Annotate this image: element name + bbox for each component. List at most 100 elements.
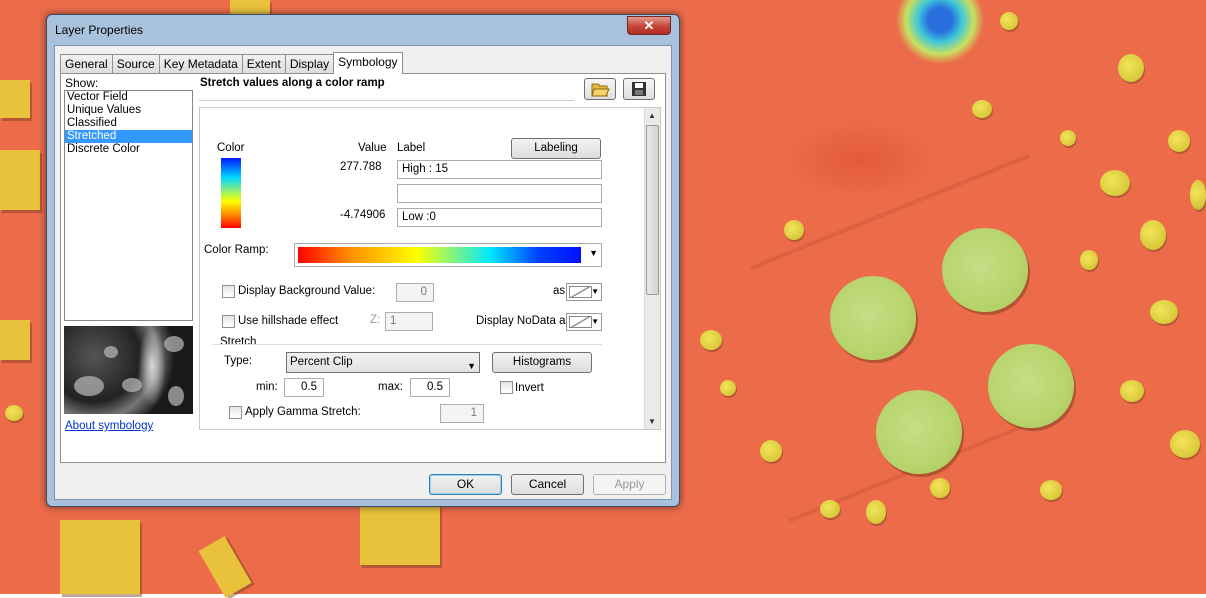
show-item-unique-values[interactable]: Unique Values: [65, 104, 192, 117]
map-tree: [1170, 430, 1200, 458]
map-building: [360, 505, 440, 565]
save-disk-icon: [632, 82, 646, 96]
label-column-header: Label: [397, 142, 426, 154]
about-symbology-link[interactable]: About symbology: [65, 420, 153, 432]
color-ramp-dropdown[interactable]: ▼: [294, 243, 602, 267]
gamma-stretch-checkbox[interactable]: [229, 406, 242, 419]
map-tank: [876, 390, 962, 474]
background-color-dropdown[interactable]: ▼: [566, 283, 602, 301]
z-label: Z:: [370, 314, 381, 326]
nodata-label: Display NoData as: [476, 315, 572, 327]
map-tree: [700, 330, 722, 350]
high-label-field[interactable]: High : 15: [397, 160, 602, 179]
map-building: [0, 80, 30, 118]
background-value-field[interactable]: 0: [396, 283, 434, 302]
show-item-vector-field[interactable]: Vector Field: [65, 91, 192, 104]
layer-properties-dialog: Layer Properties ✕ General Source Key Me…: [46, 14, 680, 507]
value-column-header: Value: [358, 142, 387, 154]
map-tree: [1168, 130, 1190, 152]
map-tree: [972, 100, 992, 118]
show-item-discrete-color[interactable]: Discrete Color: [65, 143, 192, 156]
min-label: min:: [256, 381, 278, 393]
no-color-swatch-icon: [569, 316, 592, 328]
tab-general[interactable]: General: [60, 54, 113, 74]
cancel-button[interactable]: Cancel: [511, 474, 584, 495]
title-bar[interactable]: Layer Properties ✕: [47, 15, 679, 45]
invert-checkbox[interactable]: [500, 381, 513, 394]
map-tree: [1100, 170, 1130, 196]
color-ramp-preview: [298, 247, 581, 263]
folder-open-icon: [591, 83, 610, 97]
max-label: max:: [378, 381, 403, 393]
max-field[interactable]: 0.5: [410, 378, 450, 397]
tab-extent[interactable]: Extent: [241, 54, 286, 74]
chevron-down-icon: ▼: [589, 248, 598, 258]
show-list[interactable]: Vector Field Unique Values Classified St…: [64, 90, 193, 321]
color-ramp-label: Color Ramp:: [204, 244, 269, 256]
as-label: as: [553, 285, 566, 297]
description-text: Stretch values along a color ramp: [200, 77, 385, 89]
stretch-type-label: Type:: [224, 355, 253, 367]
tab-symbology[interactable]: Symbology: [333, 52, 403, 74]
ok-button[interactable]: OK: [429, 474, 502, 495]
labeling-button[interactable]: Labeling: [511, 138, 601, 159]
z-factor-field[interactable]: 1: [385, 312, 433, 331]
gamma-stretch-label: Apply Gamma Stretch:: [245, 406, 361, 418]
map-tank: [830, 276, 916, 360]
dialog-title: Layer Properties: [55, 23, 144, 37]
map-tree: [5, 405, 23, 421]
close-button[interactable]: ✕: [627, 16, 671, 35]
invert-label: Invert: [515, 382, 544, 394]
apply-button[interactable]: Apply: [593, 474, 666, 495]
map-tree: [1120, 380, 1144, 402]
hillshade-label: Use hillshade effect: [238, 315, 339, 327]
map-tree: [1140, 220, 1166, 250]
nodata-color-dropdown[interactable]: ▼: [566, 313, 602, 331]
stretch-type-value: Percent Clip: [290, 356, 353, 368]
no-color-swatch-icon: [569, 286, 592, 298]
map-tree: [1150, 300, 1178, 324]
tab-key-metadata[interactable]: Key Metadata: [158, 54, 243, 74]
open-symbology-button[interactable]: [584, 78, 616, 100]
map-tree: [1190, 180, 1206, 210]
show-label: Show:: [65, 76, 99, 90]
legend-color-ramp: [221, 158, 241, 228]
settings-scroll-area: Color Value Label Labeling 277.788 High …: [199, 107, 661, 430]
chevron-down-icon: ▼: [591, 287, 599, 296]
high-value: 277.788: [340, 161, 382, 173]
gamma-field[interactable]: 1: [440, 404, 484, 423]
stretch-type-dropdown[interactable]: Percent Clip ▼: [286, 352, 480, 373]
mid-label-field[interactable]: [397, 184, 602, 203]
tab-strip: General Source Key Metadata Extent Displ…: [60, 52, 403, 74]
histograms-button[interactable]: Histograms: [492, 352, 592, 373]
display-background-label: Display Background Value:: [238, 285, 376, 297]
display-background-checkbox[interactable]: [222, 285, 235, 298]
vertical-scrollbar[interactable]: ▲ ▼: [644, 108, 660, 429]
map-tank: [988, 344, 1074, 428]
map-tree: [784, 220, 804, 240]
map-building: [198, 536, 252, 598]
show-item-stretched[interactable]: Stretched: [65, 130, 192, 143]
map-building: [60, 520, 140, 594]
map-tree: [760, 440, 782, 462]
close-icon: ✕: [643, 18, 655, 33]
min-field[interactable]: 0.5: [284, 378, 324, 397]
show-item-classified[interactable]: Classified: [65, 117, 192, 130]
dialog-client: General Source Key Metadata Extent Displ…: [54, 45, 672, 500]
low-value: -4.74906: [340, 209, 386, 221]
map-tree: [1118, 54, 1144, 82]
symbology-panel: Show: Vector Field Unique Values Classif…: [60, 73, 666, 463]
scroll-thumb[interactable]: [646, 125, 659, 295]
save-symbology-button[interactable]: [623, 78, 655, 100]
tab-source[interactable]: Source: [111, 54, 160, 74]
hillshade-checkbox[interactable]: [222, 315, 235, 328]
map-building: [0, 320, 30, 360]
low-label-field[interactable]: Low :0: [397, 208, 602, 227]
map-tree: [1080, 250, 1098, 270]
map-tree: [1060, 130, 1076, 146]
scroll-up-icon[interactable]: ▲: [648, 111, 656, 120]
tab-display[interactable]: Display: [284, 54, 335, 74]
stretched-settings: Stretch values along a color ramp Color …: [199, 76, 661, 460]
color-column-header: Color: [217, 142, 245, 154]
scroll-down-icon[interactable]: ▼: [648, 417, 656, 426]
